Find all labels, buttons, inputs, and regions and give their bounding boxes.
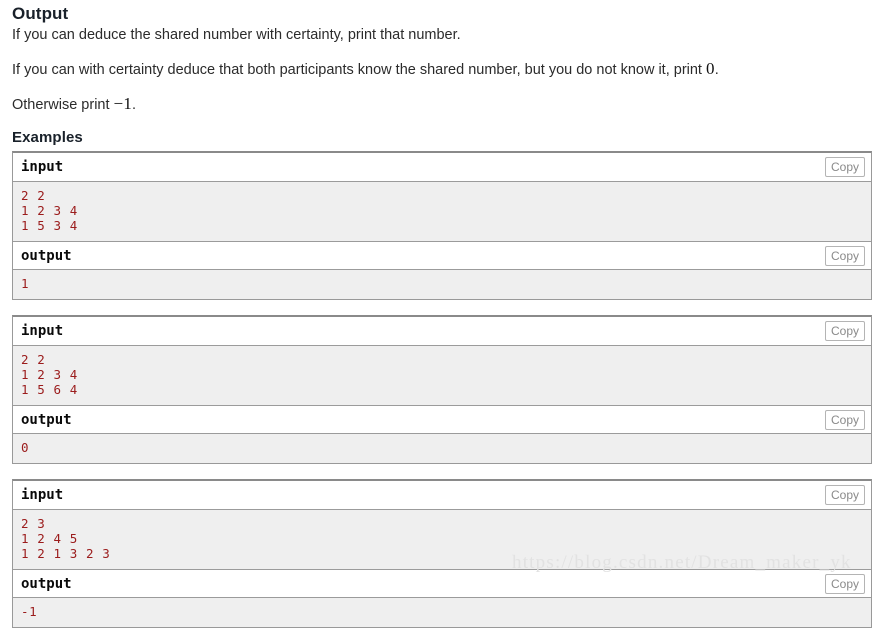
copy-output-button[interactable]: Copy [824, 574, 865, 594]
copy-output-button[interactable]: Copy [824, 410, 865, 430]
input-header: input Copy [13, 153, 871, 181]
paragraph-2-math-value: 0 [706, 59, 715, 78]
paragraph-2-suffix: . [714, 62, 719, 78]
sample-test: input Copy 2 2 1 2 3 4 1 5 3 4 output Co… [12, 151, 872, 300]
input-label: input [21, 323, 64, 339]
output-data-text: 0 [21, 440, 30, 455]
copy-output-button[interactable]: Copy [824, 246, 865, 266]
output-data: 0 [13, 433, 871, 463]
output-header: output Copy [13, 569, 871, 597]
output-paragraph-3: Otherwise print −1. [12, 94, 872, 115]
input-header: input Copy [13, 481, 871, 509]
output-header: output Copy [13, 241, 871, 269]
output-label: output [21, 248, 72, 264]
paragraph-2-text: If you can with certainty deduce that bo… [12, 62, 706, 78]
paragraph-1-text: If you can deduce the shared number with… [12, 27, 461, 43]
sample-tests-container: input Copy 2 2 1 2 3 4 1 5 3 4 output Co… [12, 151, 872, 628]
output-header: output Copy [13, 405, 871, 433]
copy-input-button[interactable]: Copy [824, 157, 865, 177]
copy-input-button[interactable]: Copy [824, 485, 865, 505]
input-data-text: 2 2 1 2 3 4 1 5 3 4 [21, 188, 78, 233]
paragraph-3-math-value: −1 [113, 94, 133, 113]
paragraph-3-suffix: . [132, 97, 137, 113]
input-data: 2 2 1 2 3 4 1 5 6 4 [13, 345, 871, 405]
copy-input-button[interactable]: Copy [824, 321, 865, 341]
examples-title: Examples [12, 129, 83, 146]
input-data: 2 2 1 2 3 4 1 5 3 4 [13, 181, 871, 241]
input-label: input [21, 159, 64, 175]
sample-test: input Copy 2 3 1 2 4 5 1 2 1 3 2 3 outpu… [12, 479, 872, 628]
output-data: -1 [13, 597, 871, 627]
input-data: 2 3 1 2 4 5 1 2 1 3 2 3 [13, 509, 871, 569]
output-paragraph-2: If you can with certainty deduce that bo… [12, 59, 872, 80]
output-label: output [21, 576, 72, 592]
output-data: 1 [13, 269, 871, 299]
page-title: Output [12, 4, 69, 23]
output-data-text: 1 [21, 276, 30, 291]
output-label: output [21, 412, 72, 428]
output-data-text: -1 [21, 604, 38, 619]
output-paragraph-1: If you can deduce the shared number with… [12, 26, 872, 45]
input-label: input [21, 487, 64, 503]
problem-statement-page: Output If you can deduce the shared numb… [0, 0, 884, 628]
input-data-text: 2 3 1 2 4 5 1 2 1 3 2 3 [21, 516, 111, 561]
sample-test: input Copy 2 2 1 2 3 4 1 5 6 4 output Co… [12, 315, 872, 464]
input-header: input Copy [13, 317, 871, 345]
input-data-text: 2 2 1 2 3 4 1 5 6 4 [21, 352, 78, 397]
paragraph-3-text: Otherwise print [12, 97, 114, 113]
